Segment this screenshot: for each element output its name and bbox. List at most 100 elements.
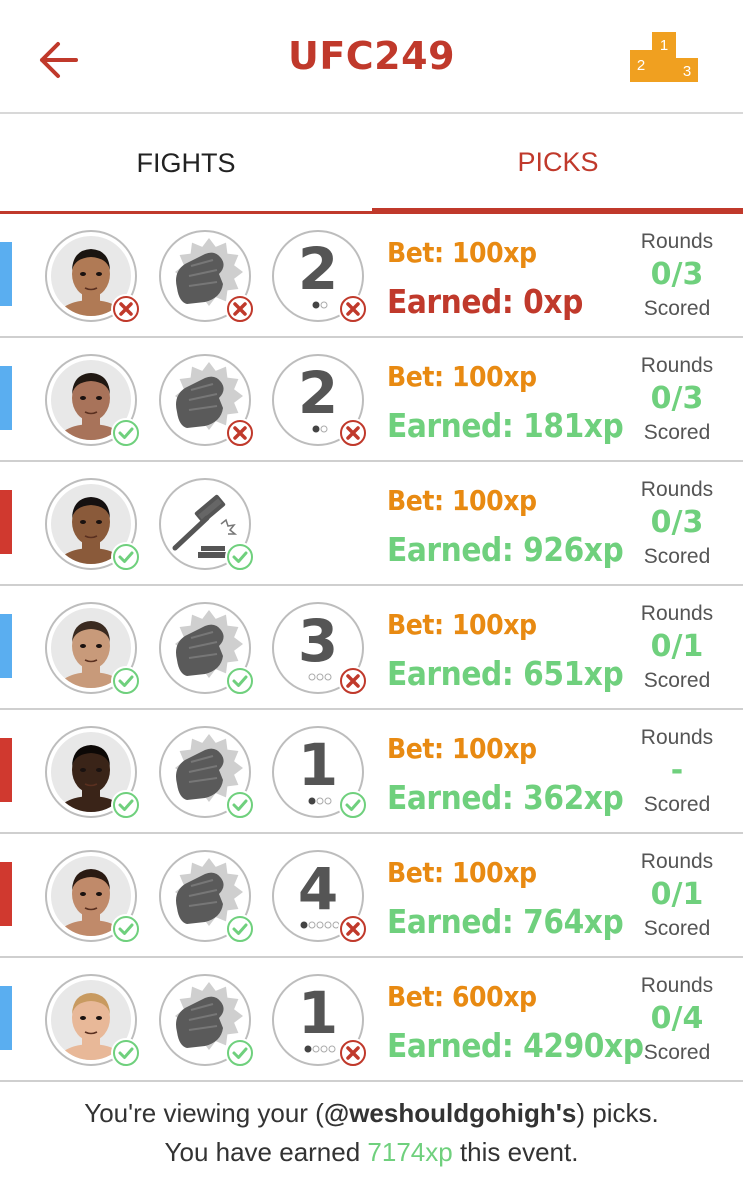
correct-check-icon: [338, 790, 368, 820]
round-pick: 1: [272, 974, 368, 1068]
tab-picks[interactable]: PICKS: [372, 116, 743, 214]
blue-corner-indicator: [0, 242, 12, 306]
total-xp: 7174xp: [367, 1137, 453, 1167]
fighter-avatar: [45, 726, 141, 820]
app-header: UFC249 1 2 3: [0, 0, 743, 114]
blue-corner-indicator: [0, 614, 12, 678]
round-pick: 3: [272, 602, 368, 696]
tab-fights[interactable]: FIGHTS: [0, 116, 372, 214]
round-dots-indicator: [296, 1042, 344, 1056]
scored-label: Scored: [643, 669, 711, 692]
round-pick: 4: [272, 850, 368, 944]
picks-list: 2 Bet: 100xp Earned: 0xp Rounds 0/3 Scored 2 Be…: [0, 214, 743, 1082]
wrong-x-icon: [225, 294, 255, 324]
correct-check-icon: [111, 1038, 141, 1068]
blue-corner-indicator: [0, 366, 12, 430]
ko-fist-icon: [159, 602, 255, 696]
scored-label: Scored: [643, 297, 711, 320]
rounds-value: 0/3: [650, 257, 704, 292]
wrong-x-icon: [338, 1038, 368, 1068]
wrong-x-icon: [338, 666, 368, 696]
rounds-label: Rounds: [640, 974, 714, 997]
podium-rank-3: 3: [683, 63, 691, 80]
earned-amount: Earned: 764xp: [387, 902, 624, 941]
rounds-value: 0/3: [650, 381, 704, 416]
scored-label: Scored: [643, 1041, 711, 1064]
ko-fist-icon: [159, 726, 255, 820]
pick-row[interactable]: 3 Bet: 100xp Earned: 651xp Rounds 0/1 Scored: [0, 586, 743, 710]
pick-row[interactable]: 1 Bet: 600xp Earned: 4290xp Rounds 0/4 Scored: [0, 958, 743, 1082]
footer-line-2: You have earned 7174xp this event.: [164, 1137, 579, 1167]
bet-amount: Bet: 100xp: [387, 236, 537, 269]
red-corner-indicator: [0, 738, 12, 802]
wrong-x-icon: [338, 914, 368, 944]
podium-rank-1: 1: [660, 37, 668, 54]
tab-bar: FIGHTS PICKS: [0, 116, 743, 214]
earned-amount: Earned: 362xp: [387, 778, 624, 817]
wrong-x-icon: [338, 294, 368, 324]
fighter-avatar: [45, 850, 141, 944]
pick-row[interactable]: 1 Bet: 100xp Earned: 362xp Rounds - Scored: [0, 710, 743, 834]
wrong-x-icon: [225, 418, 255, 448]
rounds-label: Rounds: [640, 354, 714, 377]
decision-gavel-icon: [159, 478, 255, 572]
correct-check-icon: [111, 790, 141, 820]
pick-row[interactable]: 2 Bet: 100xp Earned: 181xp Rounds 0/3 Scored: [0, 338, 743, 462]
ko-fist-icon: [159, 974, 255, 1068]
rounds-scored: Rounds 0/1 Scored: [622, 602, 732, 694]
rounds-scored: Rounds - Scored: [622, 726, 732, 818]
scored-label: Scored: [643, 917, 711, 940]
correct-check-icon: [111, 542, 141, 572]
correct-check-icon: [111, 418, 141, 448]
earned-amount: Earned: 0xp: [387, 282, 583, 321]
fighter-avatar: [45, 230, 141, 324]
rounds-scored: Rounds 0/4 Scored: [622, 974, 732, 1066]
round-dots-indicator: [296, 298, 344, 312]
fighter-avatar: [45, 478, 141, 572]
ko-fist-icon: [159, 354, 255, 448]
rounds-label: Rounds: [640, 602, 714, 625]
earned-amount: Earned: 926xp: [387, 530, 624, 569]
round-dots-indicator: [296, 422, 344, 436]
rounds-scored: Rounds 0/3 Scored: [622, 354, 732, 446]
pick-row[interactable]: 2 Bet: 100xp Earned: 0xp Rounds 0/3 Scored: [0, 214, 743, 338]
bet-amount: Bet: 100xp: [387, 360, 537, 393]
blue-corner-indicator: [0, 986, 12, 1050]
pick-row[interactable]: 4 Bet: 100xp Earned: 764xp Rounds 0/1 Scored: [0, 834, 743, 958]
rounds-value: 0/1: [650, 629, 704, 664]
ko-fist-icon: [159, 230, 255, 324]
fighter-avatar: [45, 354, 141, 448]
scored-label: Scored: [643, 793, 711, 816]
footer-summary: You're viewing your (@weshouldgohigh's) …: [0, 1082, 743, 1181]
podium-rank-2: 2: [637, 57, 645, 74]
rounds-label: Rounds: [640, 230, 714, 253]
round-pick: 1: [272, 726, 368, 820]
correct-check-icon: [225, 542, 255, 572]
correct-check-icon: [111, 914, 141, 944]
rounds-value: -: [670, 753, 684, 788]
correct-check-icon: [225, 914, 255, 944]
leaderboard-podium-icon[interactable]: 1 2 3: [628, 30, 700, 82]
earned-amount: Earned: 181xp: [387, 406, 624, 445]
earned-amount: Earned: 4290xp: [387, 1026, 644, 1065]
rounds-scored: Rounds 0/1 Scored: [622, 850, 732, 942]
wrong-x-icon: [338, 418, 368, 448]
pick-row[interactable]: Bet: 100xp Earned: 926xp Rounds 0/3 Scored: [0, 462, 743, 586]
round-pick: 2: [272, 354, 368, 448]
red-corner-indicator: [0, 490, 12, 554]
username-handle: @weshouldgohigh's: [323, 1098, 577, 1128]
fighter-avatar: [45, 974, 141, 1068]
round-dots-indicator: [296, 670, 344, 684]
bet-amount: Bet: 600xp: [387, 980, 537, 1013]
bet-amount: Bet: 100xp: [387, 732, 537, 765]
footer-line-1: You're viewing your (@weshouldgohigh's) …: [84, 1098, 659, 1128]
correct-check-icon: [225, 1038, 255, 1068]
round-pick: 2: [272, 230, 368, 324]
rounds-value: 0/1: [650, 877, 704, 912]
bet-amount: Bet: 100xp: [387, 484, 537, 517]
correct-check-icon: [225, 790, 255, 820]
bet-amount: Bet: 100xp: [387, 608, 537, 641]
wrong-x-icon: [111, 294, 141, 324]
ko-fist-icon: [159, 850, 255, 944]
round-dots-indicator: [296, 794, 344, 808]
